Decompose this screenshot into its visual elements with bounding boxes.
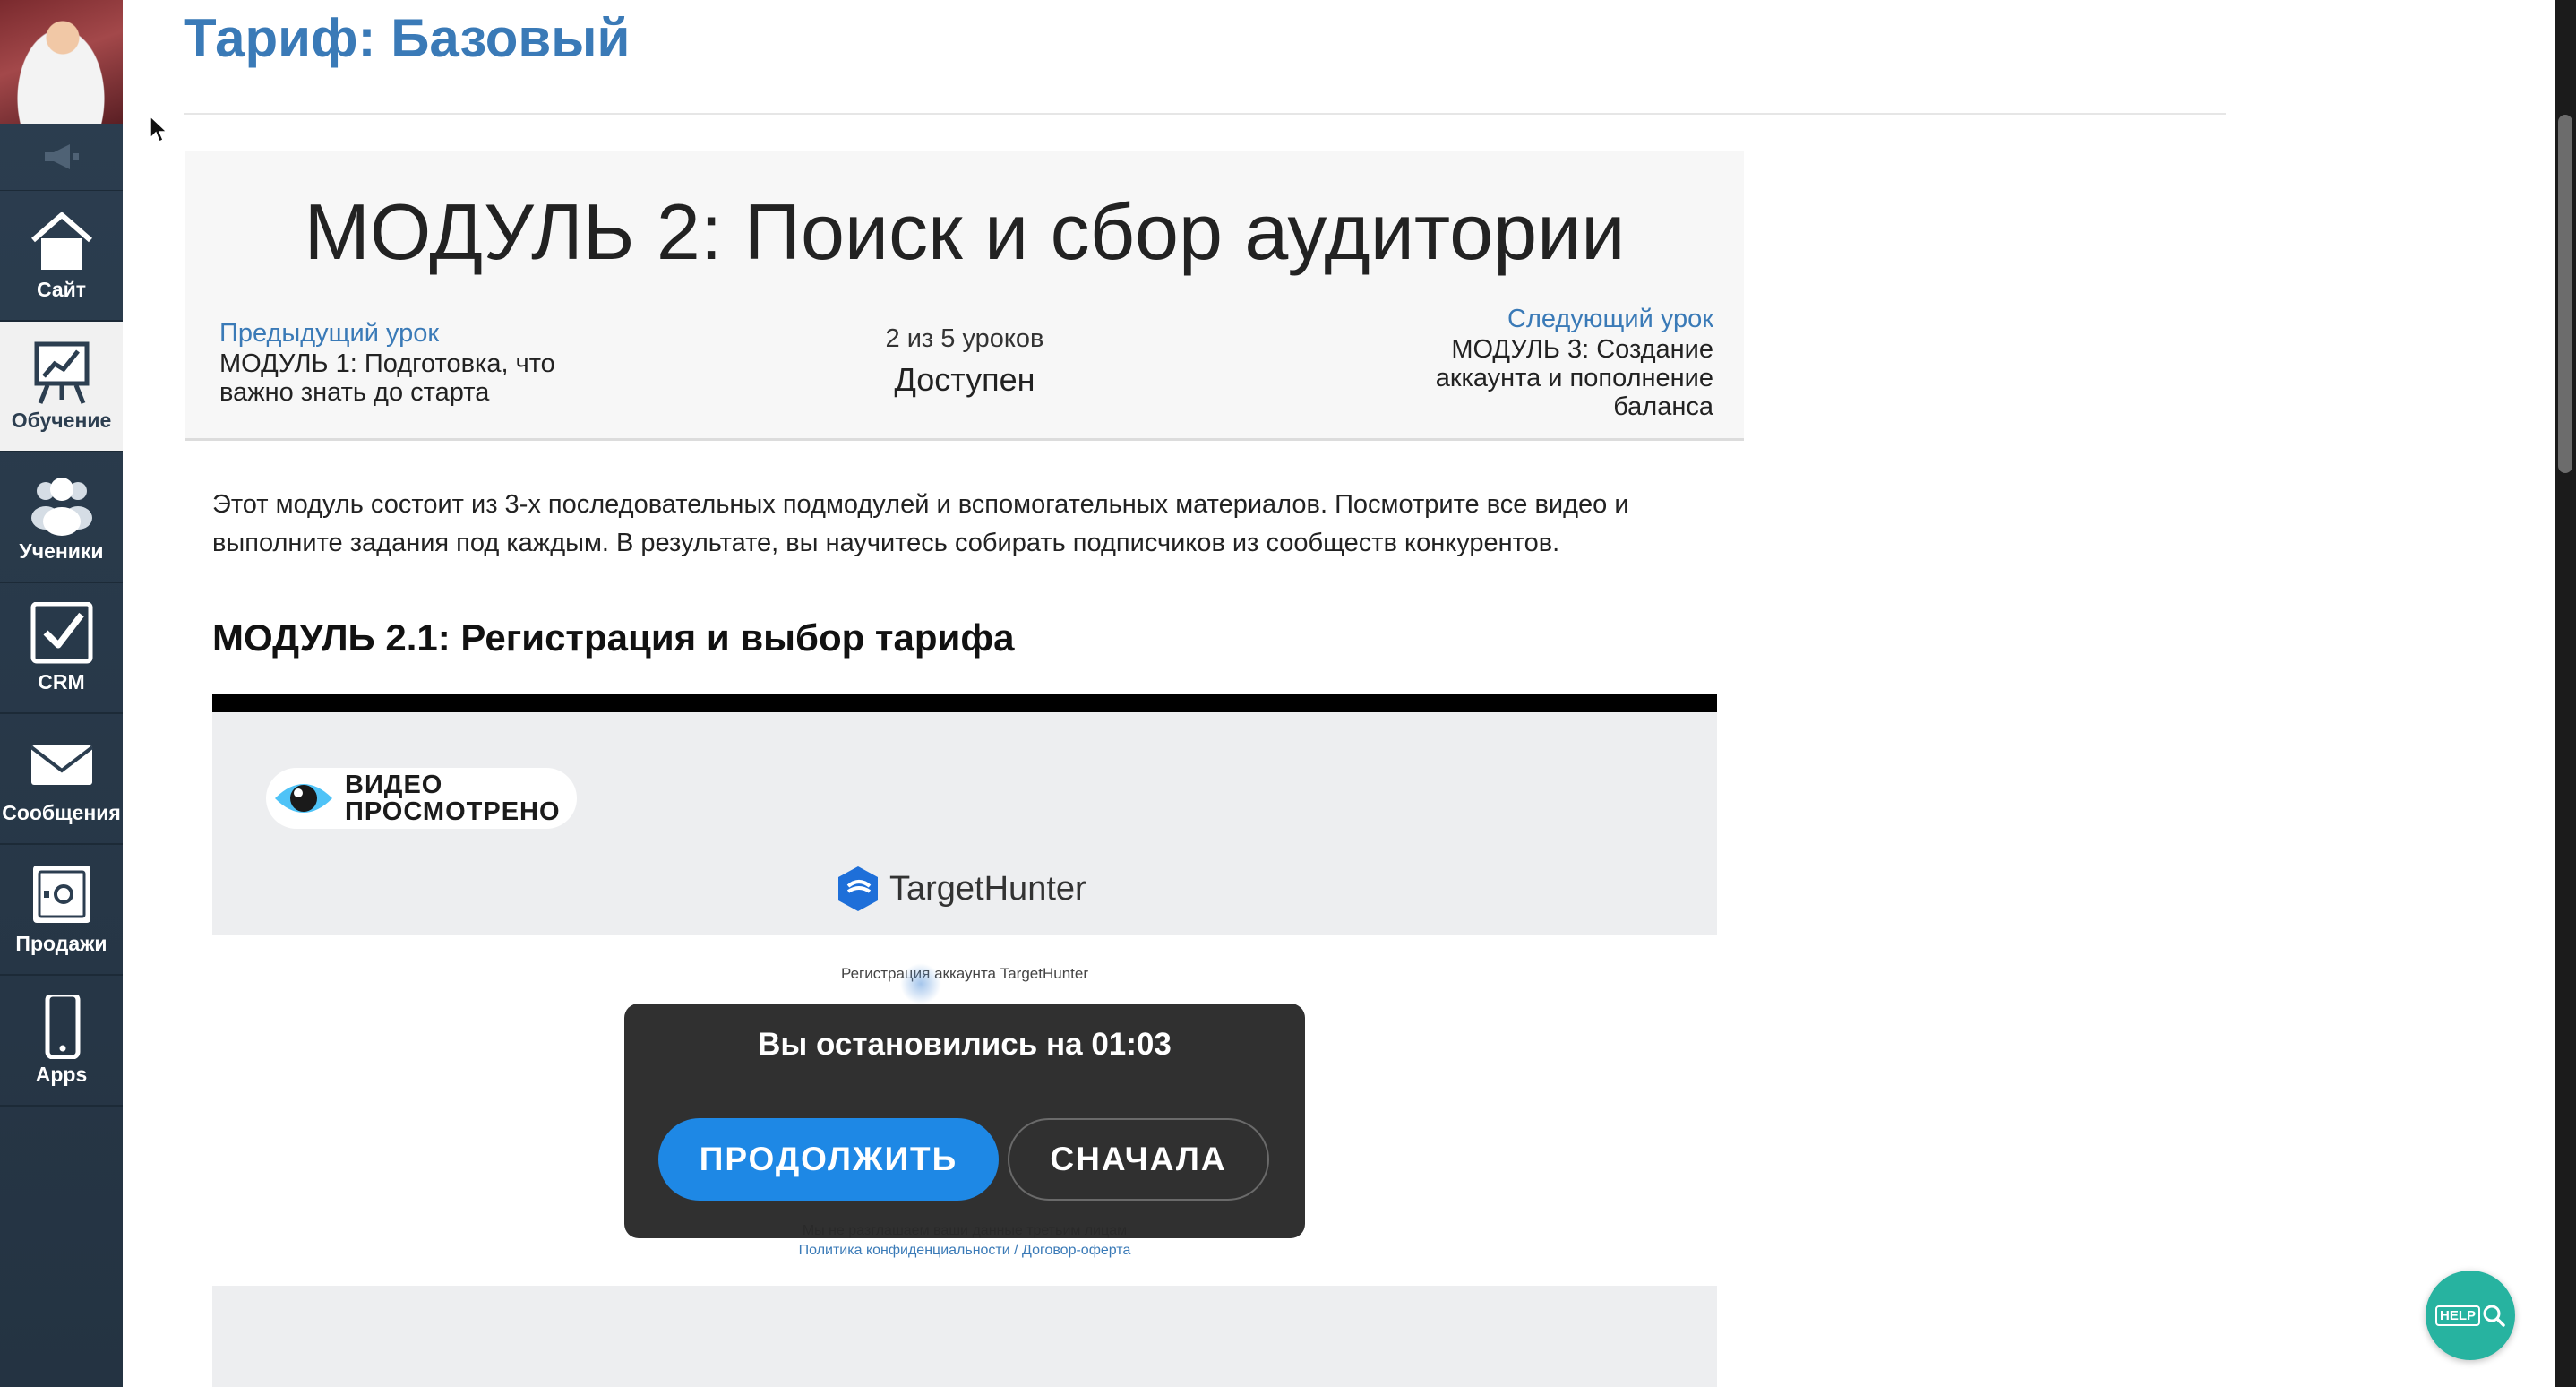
restart-button[interactable]: СНАЧАЛА xyxy=(1008,1118,1269,1201)
targethunter-logo: TargetHunter xyxy=(836,865,1086,913)
brand-name: TargetHunter xyxy=(889,869,1086,908)
next-lesson-name: МОДУЛЬ 3: Создание аккаунта и пополнение… xyxy=(1435,335,1713,421)
video-watched-label: ВИДЕО ПРОСМОТРЕНО xyxy=(345,771,561,825)
sidebar-item-label: Сайт xyxy=(36,277,87,301)
video-frame-footer xyxy=(212,1286,1717,1387)
training-board-icon xyxy=(34,341,89,404)
sound-toggle[interactable] xyxy=(0,124,123,191)
avatar[interactable] xyxy=(0,0,123,124)
video-frame-header: ВИДЕО ПРОСМОТРЕНО TargetHunter xyxy=(212,712,1717,935)
users-icon xyxy=(30,477,92,536)
home-icon xyxy=(30,211,92,270)
help-label: HELP xyxy=(2434,1305,2480,1326)
sidebar-item-label: Apps xyxy=(35,1062,88,1086)
envelope-icon xyxy=(30,745,93,785)
continue-button[interactable]: ПРОДОЛЖИТЬ xyxy=(658,1118,999,1201)
module-title: МОДУЛЬ 2: Поиск и сбор аудитории xyxy=(304,187,1626,276)
privacy-link: Политика конфиденциальности xyxy=(798,1243,1010,1258)
hexagon-logo-icon xyxy=(838,866,878,911)
smartphone-icon xyxy=(45,994,80,1059)
scrollbar[interactable] xyxy=(2555,0,2576,1387)
resume-dialog: Вы остановились на 01:03 СНАЧАЛА ПРОДОЛЖ… xyxy=(624,1004,1305,1238)
video-watched-badge: ВИДЕО ПРОСМОТРЕНО xyxy=(266,768,577,829)
scrollbar-thumb[interactable] xyxy=(2558,115,2572,473)
offer-link: Договор-оферта xyxy=(1022,1243,1131,1258)
next-lesson: Следующий урок МОДУЛЬ 3: Создание аккаун… xyxy=(1391,303,1713,421)
sidebar-item-site[interactable]: Сайт xyxy=(0,191,123,322)
sidebar-item-label: CRM xyxy=(38,669,85,694)
sidebar-item-label: Сообщения xyxy=(2,800,121,824)
megaphone-icon xyxy=(44,144,79,169)
sidebar-item-students[interactable]: Ученики xyxy=(0,452,123,583)
module-header: МОДУЛЬ 2: Поиск и сбор аудитории Предыду… xyxy=(185,151,1744,441)
eye-icon xyxy=(275,784,332,813)
watched-line-2: ПРОСМОТРЕНО xyxy=(345,797,561,826)
safe-icon xyxy=(32,865,90,923)
video-form-links: Политика конфиденциальности / Договор-оф… xyxy=(212,1243,1717,1259)
sidebar-item-label: Продажи xyxy=(15,931,107,955)
search-icon xyxy=(2483,1305,2505,1327)
section-heading: МОДУЛЬ 2.1: Регистрация и выбор тарифа xyxy=(212,616,1015,659)
watched-line-1: ВИДЕО xyxy=(345,771,443,799)
video-player[interactable]: ВИДЕО ПРОСМОТРЕНО TargetHunter Регистрац… xyxy=(212,694,1717,1387)
sidebar-item-apps[interactable]: Apps xyxy=(0,976,123,1107)
sidebar-item-sales[interactable]: Продажи xyxy=(0,845,123,976)
sidebar-item-crm[interactable]: CRM xyxy=(0,583,123,714)
video-form-title: Регистрация аккаунта TargetHunter xyxy=(840,965,1088,982)
sidebar: Сайт Обучение Ученики CRM Сообщения Прод… xyxy=(0,0,123,1387)
resume-message: Вы остановились на 01:03 xyxy=(758,1027,1172,1062)
next-lesson-link[interactable]: Следующий урок xyxy=(1391,303,1713,335)
click-highlight xyxy=(900,963,941,1004)
sidebar-item-messages[interactable]: Сообщения xyxy=(0,714,123,845)
sidebar-item-training[interactable]: Обучение xyxy=(0,322,123,452)
sidebar-item-label: Обучение xyxy=(11,408,112,432)
mouse-cursor-icon xyxy=(150,115,168,143)
video-top-bar xyxy=(212,694,1717,712)
checkbox-icon xyxy=(30,601,92,663)
module-description: Этот модуль состоит из 3-х последователь… xyxy=(212,490,1629,557)
page-title: Тариф: Базовый xyxy=(184,8,631,68)
help-button[interactable]: HELP xyxy=(2426,1271,2515,1360)
link-separator: / xyxy=(1009,1243,1023,1258)
sidebar-item-label: Ученики xyxy=(19,538,104,563)
divider xyxy=(184,113,2226,115)
